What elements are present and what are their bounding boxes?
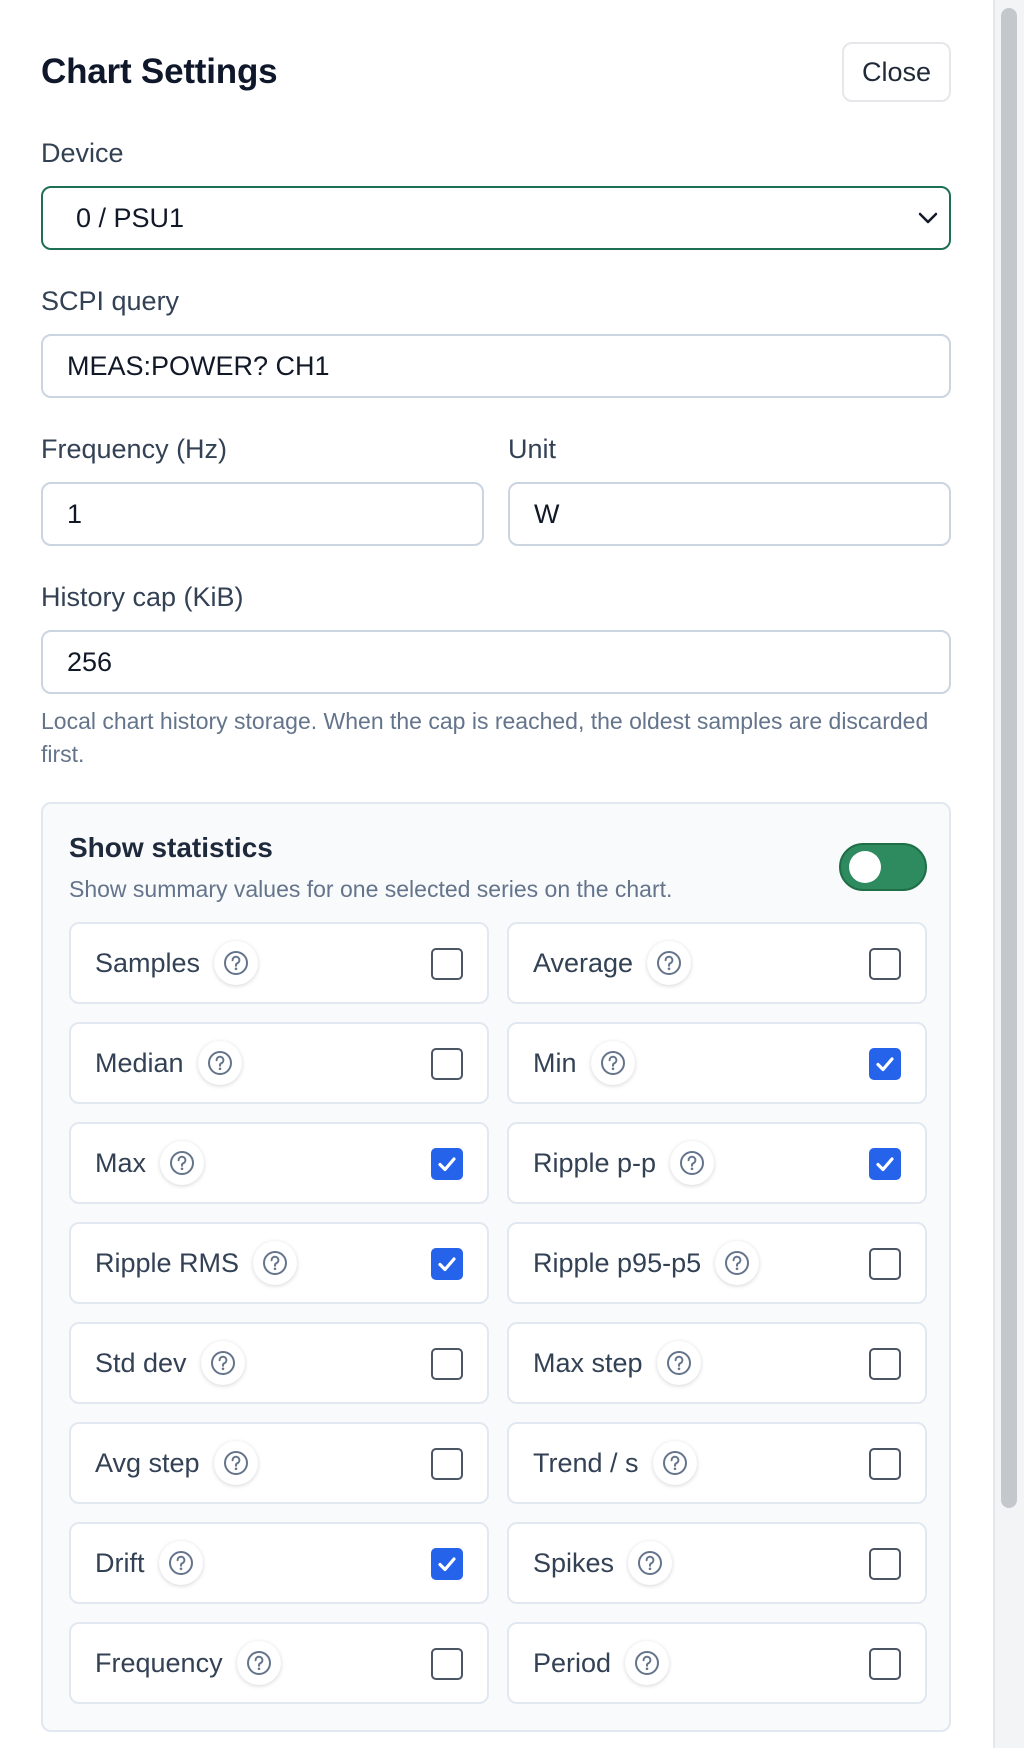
scrollbar-thumb[interactable] xyxy=(1001,8,1017,1508)
frequency-label: Frequency (Hz) xyxy=(41,434,228,464)
stat-option-max[interactable]: Max xyxy=(69,1122,489,1204)
stat-checkbox-avg-step[interactable] xyxy=(431,1448,463,1480)
stat-option-label: Samples xyxy=(95,947,201,978)
checkmark-icon xyxy=(876,1057,894,1072)
stat-option-label: Max xyxy=(95,1147,147,1178)
stat-option-label: Drift xyxy=(95,1547,145,1578)
help-icon[interactable] xyxy=(213,1441,258,1485)
stat-checkbox-max-step[interactable] xyxy=(869,1348,901,1380)
statistics-options-grid: Samples Average Median Min Max Ripple p-p Ripp… xyxy=(69,922,927,1704)
stat-option-label: Spikes xyxy=(533,1547,615,1578)
stat-checkbox-average[interactable] xyxy=(869,948,901,980)
stat-option-label: Ripple p-p xyxy=(533,1147,657,1178)
stat-checkbox-median[interactable] xyxy=(431,1048,463,1080)
stat-option-ripple-p95-p5[interactable]: Ripple p95-p5 xyxy=(507,1222,927,1304)
stat-option-frequency[interactable]: Frequency xyxy=(69,1622,489,1704)
help-icon[interactable] xyxy=(197,1041,242,1085)
scpi-query-label: SCPI query xyxy=(41,286,180,316)
dialog-header: Chart Settings Close xyxy=(41,42,951,102)
statistics-subtitle: Show summary values for one selected ser… xyxy=(69,876,673,902)
help-icon[interactable] xyxy=(670,1141,715,1185)
help-icon[interactable] xyxy=(628,1541,673,1585)
device-select-value: 0 / PSU1 xyxy=(76,202,185,233)
help-icon[interactable] xyxy=(253,1241,298,1285)
scrollbar[interactable] xyxy=(994,0,1024,1748)
stat-option-median[interactable]: Median xyxy=(69,1022,489,1104)
help-icon[interactable] xyxy=(160,1141,205,1185)
device-select[interactable]: 0 / PSU1 xyxy=(41,186,951,250)
stat-option-label: Min xyxy=(533,1047,577,1078)
history-cap-label: History cap (KiB) xyxy=(41,582,244,612)
stat-option-label: Ripple RMS xyxy=(95,1247,240,1278)
stat-checkbox-frequency[interactable] xyxy=(431,1648,463,1680)
help-icon[interactable] xyxy=(715,1241,760,1285)
stat-option-label: Max step xyxy=(533,1347,643,1378)
stat-checkbox-ripple-p-p[interactable] xyxy=(869,1148,901,1180)
help-icon[interactable] xyxy=(647,941,692,985)
stat-option-average[interactable]: Average xyxy=(507,922,927,1004)
help-icon[interactable] xyxy=(158,1541,203,1585)
show-statistics-toggle[interactable] xyxy=(839,843,927,891)
stat-option-ripple-p-p[interactable]: Ripple p-p xyxy=(507,1122,927,1204)
statistics-panel: Show statistics Show summary values for … xyxy=(41,802,951,1732)
stat-checkbox-ripple-rms[interactable] xyxy=(431,1248,463,1280)
stat-option-label: Frequency xyxy=(95,1647,223,1678)
stat-option-label: Ripple p95-p5 xyxy=(533,1247,702,1278)
dialog-title: Chart Settings xyxy=(41,52,278,91)
stat-option-label: Trend / s xyxy=(533,1447,639,1478)
stat-option-label: Std dev xyxy=(95,1347,187,1378)
stat-option-std-dev[interactable]: Std dev xyxy=(69,1322,489,1404)
scpi-query-input[interactable] xyxy=(41,334,951,398)
help-icon[interactable] xyxy=(625,1641,670,1685)
stat-checkbox-min[interactable] xyxy=(869,1048,901,1080)
stat-checkbox-samples[interactable] xyxy=(431,948,463,980)
toggle-knob xyxy=(849,851,881,883)
statistics-title: Show statistics xyxy=(69,832,273,863)
stat-checkbox-std-dev[interactable] xyxy=(431,1348,463,1380)
unit-input[interactable] xyxy=(508,482,951,546)
stat-option-label: Median xyxy=(95,1047,184,1078)
stat-option-max-step[interactable]: Max step xyxy=(507,1322,927,1404)
help-icon[interactable] xyxy=(214,941,259,985)
help-icon[interactable] xyxy=(652,1441,697,1485)
stat-option-label: Period xyxy=(533,1647,612,1678)
history-cap-help: Local chart history storage. When the ca… xyxy=(41,708,929,767)
stat-checkbox-spikes[interactable] xyxy=(869,1548,901,1580)
stat-option-trend-s[interactable]: Trend / s xyxy=(507,1422,927,1504)
stat-checkbox-period[interactable] xyxy=(869,1648,901,1680)
chart-settings-dialog: Chart Settings Close Device 0 / PSU1 SCP… xyxy=(0,0,994,1748)
stat-option-min[interactable]: Min xyxy=(507,1022,927,1104)
stat-checkbox-drift[interactable] xyxy=(431,1548,463,1580)
stat-option-samples[interactable]: Samples xyxy=(69,922,489,1004)
frequency-input[interactable] xyxy=(41,482,484,546)
checkmark-icon xyxy=(876,1157,894,1172)
stat-option-avg-step[interactable]: Avg step xyxy=(69,1422,489,1504)
stat-checkbox-max[interactable] xyxy=(431,1148,463,1180)
checkmark-icon xyxy=(438,1257,456,1272)
stat-option-ripple-rms[interactable]: Ripple RMS xyxy=(69,1222,489,1304)
stat-option-label: Average xyxy=(533,947,634,978)
help-icon[interactable] xyxy=(236,1641,281,1685)
help-icon[interactable] xyxy=(656,1341,701,1385)
close-button[interactable]: Close xyxy=(842,42,951,102)
device-label: Device xyxy=(41,138,124,168)
stat-option-drift[interactable]: Drift xyxy=(69,1522,489,1604)
stat-option-period[interactable]: Period xyxy=(507,1622,927,1704)
stat-checkbox-ripple-p95-p5[interactable] xyxy=(869,1248,901,1280)
history-cap-input[interactable] xyxy=(41,630,951,694)
help-icon[interactable] xyxy=(200,1341,245,1385)
unit-label: Unit xyxy=(508,434,557,464)
stat-option-spikes[interactable]: Spikes xyxy=(507,1522,927,1604)
help-icon[interactable] xyxy=(590,1041,635,1085)
stat-option-label: Avg step xyxy=(95,1447,200,1478)
checkmark-icon xyxy=(438,1557,456,1572)
stat-checkbox-trend-s[interactable] xyxy=(869,1448,901,1480)
checkmark-icon xyxy=(438,1157,456,1172)
chevron-down-icon xyxy=(918,212,938,224)
